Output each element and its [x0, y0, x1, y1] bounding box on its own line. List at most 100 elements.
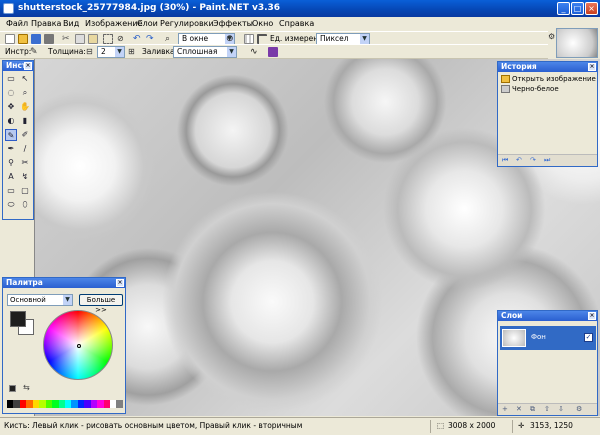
close-icon[interactable]: × — [116, 279, 124, 287]
zoom-in-icon[interactable]: ⊕ — [226, 34, 236, 44]
history-controls: ⏮ ↶ ↷ ⏭ — [498, 154, 597, 166]
menu-adjustments[interactable]: Регулировки — [160, 19, 214, 28]
close-icon[interactable]: × — [24, 62, 32, 70]
undo-icon[interactable]: ↶ — [516, 156, 522, 164]
width-field[interactable]: 2 ▼ — [97, 46, 125, 58]
decrease-width-icon[interactable]: ⊟ — [86, 47, 96, 57]
grid-icon[interactable] — [244, 34, 254, 44]
deselect-icon[interactable]: ⊘ — [117, 34, 127, 44]
history-item-open[interactable]: Открыть изображение — [500, 74, 596, 84]
rounded-rectangle-tool[interactable]: ▢ — [19, 185, 31, 197]
title-bar: shutterstock_25777984.jpg (30%) - Paint.… — [0, 0, 600, 17]
zoom-tool[interactable]: ⌕ — [19, 87, 31, 99]
color-mode-dropdown[interactable]: Основной ▼ — [7, 294, 73, 306]
menu-help[interactable]: Справка — [279, 19, 314, 28]
history-item-label: Открыть изображение — [512, 75, 596, 83]
antialiasing-icon[interactable]: ∿ — [250, 47, 260, 57]
new-file-icon[interactable] — [5, 34, 15, 44]
undo-icon[interactable]: ↶ — [133, 34, 143, 44]
minimize-button[interactable]: _ — [557, 2, 570, 15]
tools-panel-header[interactable]: Инст × — [3, 61, 33, 71]
layer-thumbnail — [502, 329, 526, 347]
palette-color-swatch[interactable] — [116, 400, 123, 408]
tools-panel: Инст × ▭ ↖ ◌ ⌕ ✥ ✋ ◐ ▮ ✎ ✐ ✒ ∕ ⚲ ✂ A ↯ ▭… — [2, 60, 34, 220]
palette-panel: Палитра × Основной ▼ Больше >> ⇆ — [2, 277, 126, 414]
clone-stamp-tool[interactable]: ⚲ — [5, 157, 17, 169]
crop-icon[interactable] — [103, 34, 113, 44]
status-separator — [512, 420, 513, 433]
redo-icon[interactable]: ↷ — [146, 34, 156, 44]
close-window-button[interactable]: × — [585, 2, 598, 15]
layers-panel-header[interactable]: Слои × — [498, 311, 597, 321]
zoom-value: В окне — [182, 34, 209, 43]
ellipse-tool[interactable]: ⬭ — [5, 199, 17, 211]
close-icon[interactable]: × — [588, 63, 596, 71]
brush-tool-icon[interactable]: ✎ — [30, 47, 40, 57]
image-size: 3008 x 2000 — [448, 421, 496, 430]
menu-image[interactable]: Изображение — [85, 19, 143, 28]
color-picker-tool[interactable]: ∕ — [19, 143, 31, 155]
pan-tool[interactable]: ✋ — [19, 101, 31, 113]
lasso-select-tool[interactable]: ◌ — [5, 87, 17, 99]
status-separator — [430, 420, 431, 433]
color-wheel-marker[interactable] — [77, 344, 81, 348]
gradient-tool[interactable]: ▮ — [19, 115, 31, 127]
width-label: Толщина: — [48, 47, 86, 56]
copy-icon[interactable] — [75, 34, 85, 44]
cut-icon[interactable]: ✂ — [62, 34, 72, 44]
menu-layers[interactable]: Слои — [137, 19, 158, 28]
more-button[interactable]: Больше >> — [79, 294, 123, 314]
primary-color-swatch[interactable] — [10, 311, 26, 327]
reset-colors-icon[interactable] — [9, 385, 16, 392]
paintbrush-tool[interactable]: ✎ — [5, 129, 17, 141]
fast-forward-icon[interactable]: ⏭ — [544, 156, 550, 165]
line-curve-tool[interactable]: ↯ — [19, 171, 31, 183]
save-icon[interactable] — [31, 34, 41, 44]
image-thumbnail-tab[interactable] — [556, 28, 598, 58]
menu-view[interactable]: Вид — [63, 19, 79, 28]
settings-icon[interactable]: ⚙ — [548, 32, 555, 41]
delete-layer-icon[interactable]: ✕ — [516, 405, 522, 413]
duplicate-layer-icon[interactable]: ⧉ — [530, 405, 535, 414]
maximize-button[interactable]: □ — [571, 2, 584, 15]
layer-visibility-checkbox[interactable]: ✓ — [584, 333, 593, 342]
menu-edit[interactable]: Правка — [31, 19, 61, 28]
open-folder-icon[interactable] — [18, 34, 28, 44]
rulers-icon[interactable] — [257, 34, 267, 44]
history-item-black-white[interactable]: Черно-белое — [500, 84, 596, 94]
rewind-icon[interactable]: ⏮ — [502, 156, 508, 165]
increase-width-icon[interactable]: ⊞ — [128, 47, 138, 57]
color-wheel[interactable] — [43, 310, 113, 380]
menu-file[interactable]: Файл — [6, 19, 28, 28]
fill-value: Сплошная — [177, 47, 218, 56]
print-icon[interactable] — [44, 34, 54, 44]
history-panel-header[interactable]: История × — [498, 62, 597, 72]
menu-effects[interactable]: Эффекты — [213, 19, 253, 28]
history-panel-title: История — [501, 62, 537, 71]
menu-window[interactable]: Окно — [252, 19, 273, 28]
recolor-tool[interactable]: ✂ — [19, 157, 31, 169]
layer-properties-icon[interactable]: ⚙ — [576, 405, 582, 413]
paint-bucket-tool[interactable]: ◐ — [5, 115, 17, 127]
paste-icon[interactable] — [88, 34, 98, 44]
layers-panel-title: Слои — [501, 311, 523, 320]
freeform-shape-tool[interactable]: ⬯ — [19, 199, 31, 211]
pencil-tool[interactable]: ✒ — [5, 143, 17, 155]
close-icon[interactable]: × — [588, 312, 596, 320]
swap-colors-icon[interactable]: ⇆ — [23, 383, 30, 392]
layer-row-background[interactable]: Фон ✓ — [500, 326, 596, 350]
eraser-tool[interactable]: ✐ — [19, 129, 31, 141]
palette-panel-header[interactable]: Палитра × — [3, 278, 125, 288]
rectangle-tool[interactable]: ▭ — [5, 185, 17, 197]
fill-dropdown[interactable]: Сплошная ▼ — [173, 46, 237, 58]
move-selection-tool[interactable]: ↖ — [19, 73, 31, 85]
magic-wand-tool[interactable]: ✥ — [5, 101, 17, 113]
rectangle-select-tool[interactable]: ▭ — [5, 73, 17, 85]
blend-mode-icon[interactable] — [268, 47, 278, 57]
move-layer-down-icon[interactable]: ⇩ — [558, 405, 564, 413]
add-layer-icon[interactable]: + — [502, 405, 508, 413]
redo-icon[interactable]: ↷ — [530, 156, 536, 164]
paintnet-app-icon[interactable] — [3, 3, 14, 14]
text-tool[interactable]: A — [5, 171, 17, 183]
move-layer-up-icon[interactable]: ⇧ — [544, 405, 550, 413]
